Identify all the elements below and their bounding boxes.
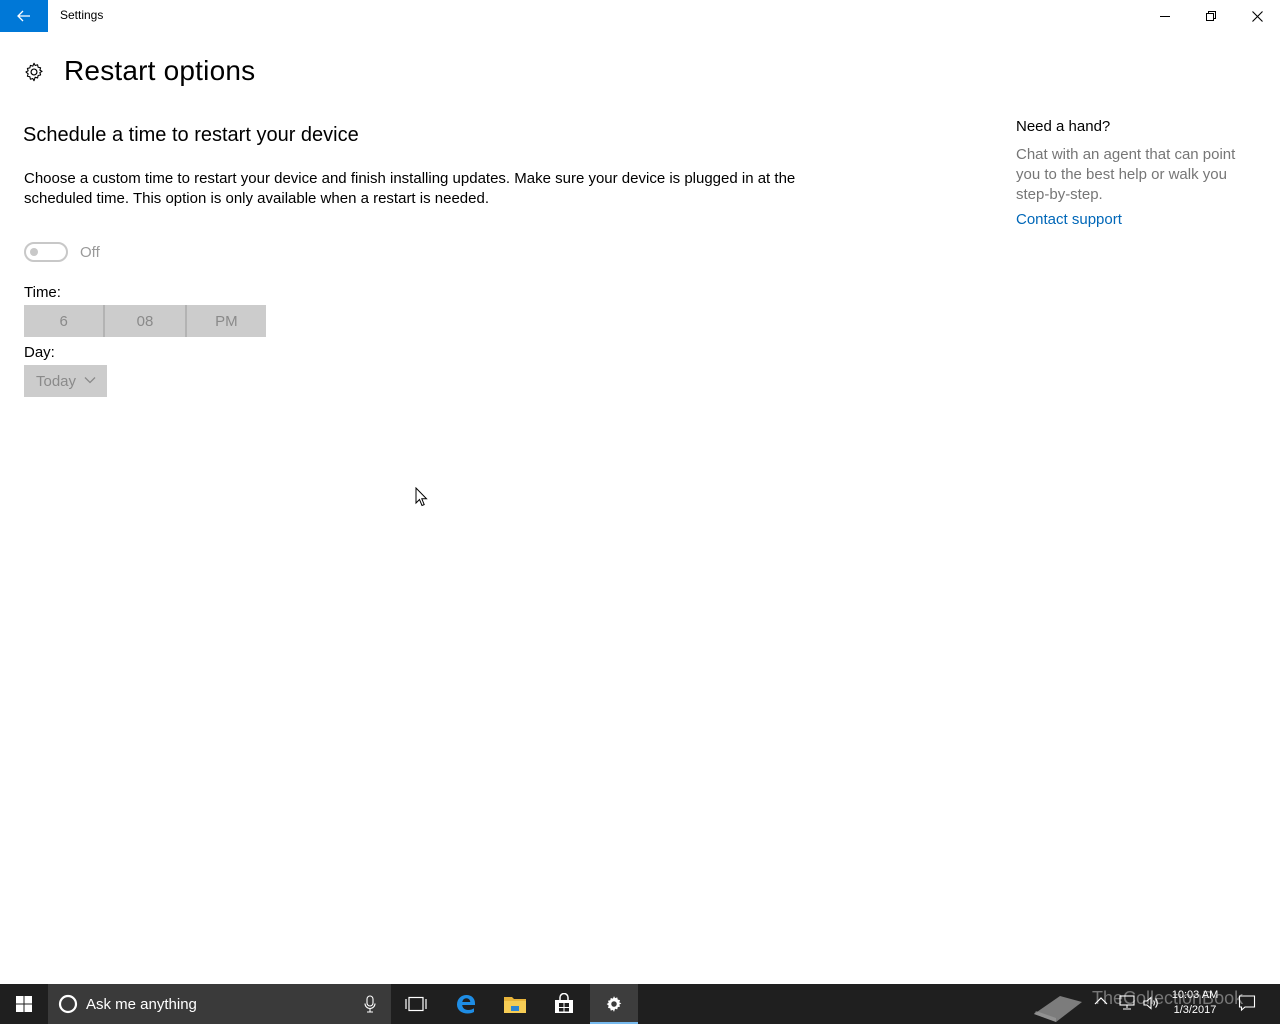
cortana-search-box[interactable]: Ask me anything [48,984,391,1024]
network-icon[interactable] [1118,995,1136,1011]
section-title: Schedule a time to restart your device [23,124,359,146]
file-explorer-icon [504,997,526,1013]
day-dropdown[interactable]: Today [24,365,107,397]
start-button[interactable] [0,984,48,1024]
title-bar: Settings [0,0,1280,32]
restore-button[interactable] [1188,0,1234,32]
day-label: Day: [24,344,55,361]
gear-icon [25,62,43,82]
store-button[interactable] [540,984,588,1024]
minimize-icon [1160,16,1170,17]
windows-start-icon [16,996,32,1012]
time-hour[interactable]: 6 [24,305,103,337]
minimize-button[interactable] [1142,0,1188,32]
microphone-icon[interactable] [364,994,376,1014]
clock-date: 1/3/2017 [1173,1004,1217,1016]
taskbar: Ask me anything [0,984,1280,1024]
toggle-state-label: Off [80,244,100,261]
volume-icon[interactable] [1142,995,1160,1011]
help-title: Need a hand? [1016,118,1111,135]
back-arrow-icon [17,10,30,22]
task-view-icon [405,996,427,1012]
cortana-icon [58,994,78,1014]
schedule-restart-toggle[interactable] [24,242,68,262]
time-label: Time: [24,284,61,301]
time-picker[interactable]: 6 08 PM [24,305,266,337]
task-view-button[interactable] [392,984,440,1024]
mouse-cursor-icon [415,487,428,507]
help-text: Chat with an agent that can point you to… [1016,146,1236,203]
chevron-down-icon [84,377,96,384]
app-title: Settings [60,8,104,22]
toggle-knob [30,248,38,256]
file-explorer-button[interactable] [490,984,540,1024]
settings-icon [606,996,622,1012]
store-icon [555,993,573,1013]
contact-support-link[interactable]: Contact support [1016,211,1122,228]
edge-icon [457,995,475,1014]
action-center-icon[interactable] [1238,994,1256,1012]
back-button[interactable] [0,0,48,32]
close-icon [1251,10,1263,22]
watermark-text: TheCollectionBook [1092,988,1244,1008]
day-value: Today [36,372,77,390]
time-minute[interactable]: 08 [103,305,184,337]
search-placeholder: Ask me anything [86,995,197,1013]
restore-icon [1206,11,1216,21]
edge-button[interactable] [442,984,490,1024]
clock-time: 10:03 AM [1171,989,1219,1001]
time-period[interactable]: PM [184,305,266,337]
close-button[interactable] [1234,0,1280,32]
settings-taskbar-button[interactable] [590,984,638,1024]
section-description: Choose a custom time to restart your dev… [24,170,796,207]
tray-chevron-icon[interactable] [1094,996,1108,1006]
book-watermark-icon [1034,996,1082,1022]
page-title: Restart options [64,55,256,86]
taskbar-clock[interactable]: 10:03 AM 1/3/2017 [1170,988,1220,1018]
